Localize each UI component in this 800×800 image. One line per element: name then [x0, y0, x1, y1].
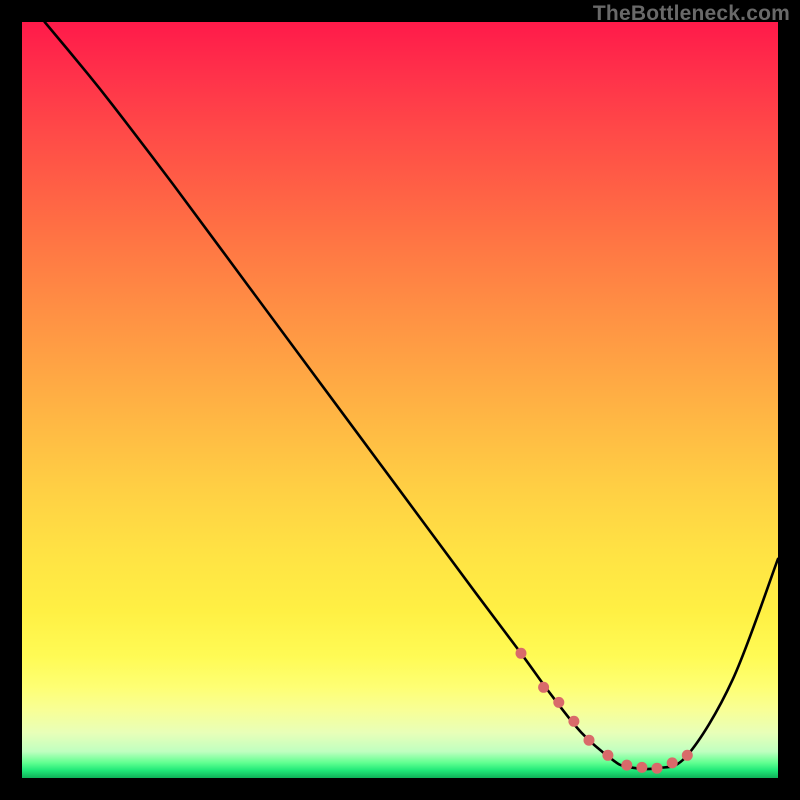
flat-region-markers	[516, 648, 693, 774]
marker-dot	[652, 763, 663, 774]
marker-dot	[621, 760, 632, 771]
marker-dot	[667, 757, 678, 768]
watermark-text: TheBottleneck.com	[593, 2, 790, 26]
plot-area	[22, 22, 778, 778]
marker-dot	[568, 716, 579, 727]
marker-dot	[682, 750, 693, 761]
chart-svg	[22, 22, 778, 778]
bottleneck-chart: TheBottleneck.com	[0, 0, 800, 800]
marker-dot	[553, 697, 564, 708]
marker-dot	[516, 648, 527, 659]
marker-dot	[584, 735, 595, 746]
bottleneck-curve	[45, 22, 778, 769]
curve-layer	[45, 22, 778, 769]
marker-dot	[538, 682, 549, 693]
marker-dot	[636, 762, 647, 773]
marker-dot	[602, 750, 613, 761]
